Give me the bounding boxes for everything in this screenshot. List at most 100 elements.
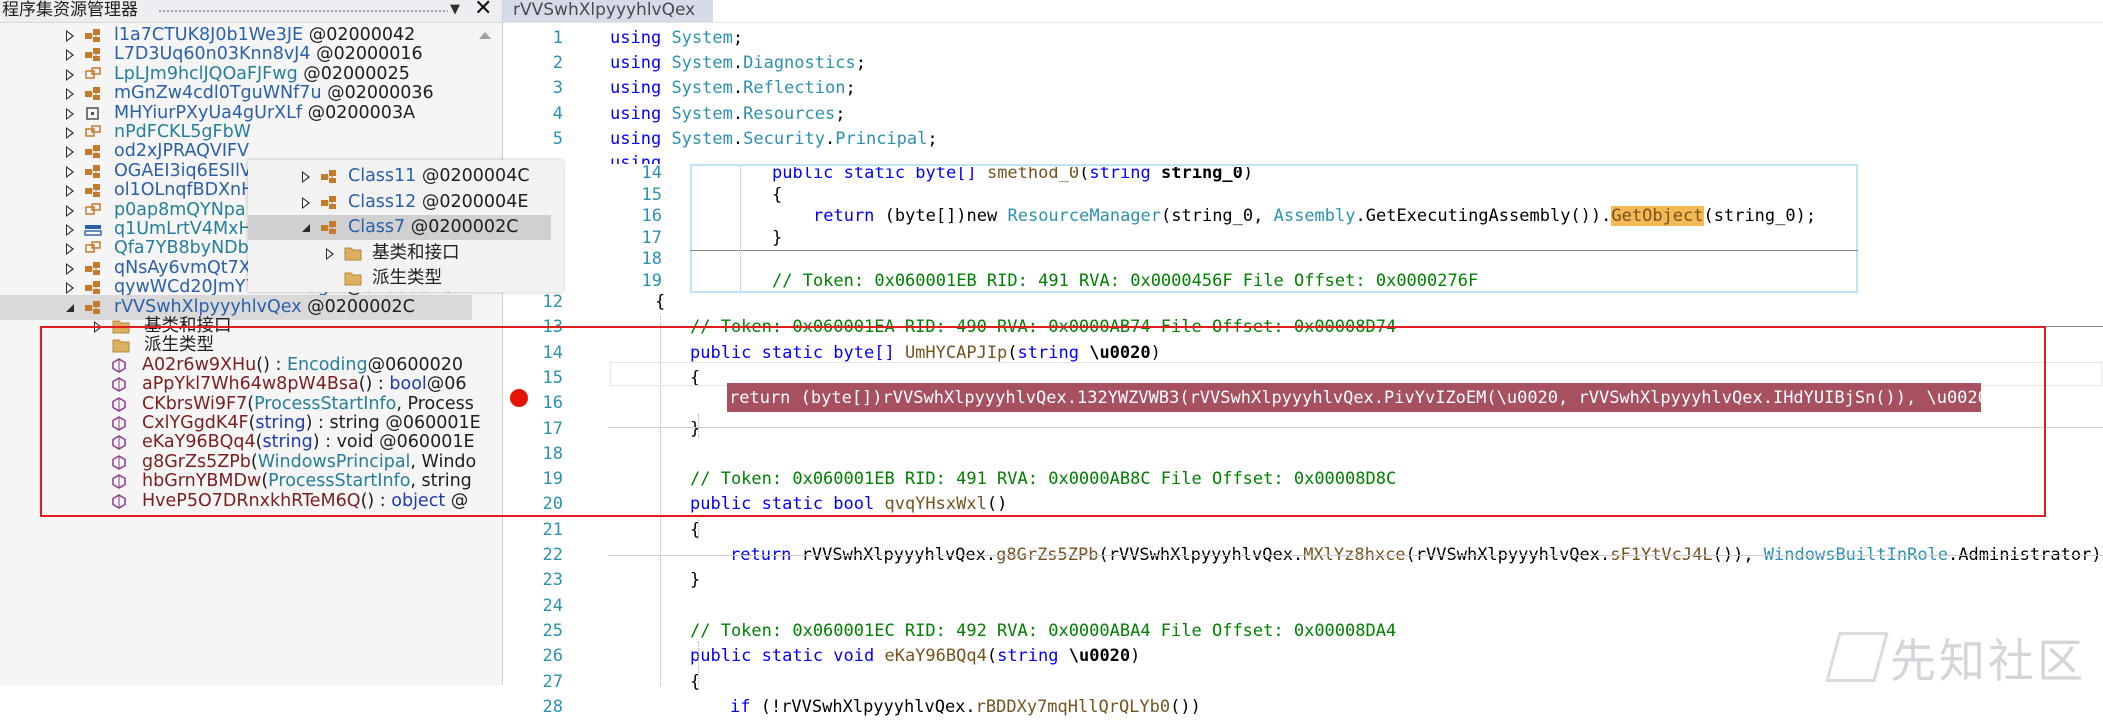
getobject-highlight: GetObject [1611, 206, 1704, 226]
expander-collapsed-icon[interactable] [66, 49, 74, 62]
code-line[interactable]: if (!rVVSwhXlpyyyhlvQex.rBDDXy7mqHllQrQL… [730, 695, 1201, 720]
param-name: \u0020 [1058, 646, 1131, 667]
annotation-highlight-box [40, 326, 2046, 517]
expander-collapsed-icon[interactable] [66, 88, 74, 101]
indent-guide [698, 515, 699, 539]
line-number: 26 [542, 646, 563, 667]
tab-strip-divider [503, 22, 2103, 23]
folder-icon [344, 245, 362, 262]
expander-collapsed-icon[interactable] [66, 224, 74, 236]
namespace-part: System [671, 28, 733, 48]
if-keyword: if [730, 696, 751, 717]
expander-collapsed-icon[interactable] [302, 171, 310, 183]
expander-collapsed-icon[interactable] [302, 196, 310, 209]
using-keyword: using [610, 78, 662, 99]
popup-tree-node[interactable]: 派生类型 [248, 266, 551, 291]
line-number: 1 [552, 28, 563, 48]
namespace-part: Diagnostics [743, 53, 856, 74]
peek-method-separator [690, 250, 1858, 251]
type-name: ResourceManager [1007, 206, 1162, 226]
paren: ( [986, 646, 998, 667]
peek-line-number: 14 [641, 163, 662, 183]
expander-collapsed-icon[interactable] [66, 127, 74, 139]
line-number: 24 [542, 595, 563, 616]
semicolon: ; [855, 53, 866, 74]
peek-line-number: 15 [641, 184, 662, 205]
expander-collapsed-icon[interactable] [66, 165, 74, 178]
code-line[interactable]: // Token: 0x060001EC RID: 492 RVA: 0x000… [690, 619, 1396, 644]
line-number: 4 [552, 103, 563, 124]
metadata-token: @0200004E [421, 191, 529, 212]
brace: { [772, 184, 783, 205]
code-line[interactable]: using System.Resources; [610, 102, 845, 127]
expander-collapsed-icon[interactable] [66, 146, 74, 159]
code-line[interactable]: public static void eKaY96BQq4(string \u0… [690, 644, 1140, 669]
popup-tree-node[interactable]: 基类和接口 [248, 241, 551, 266]
code-line[interactable]: using System.Security.Principal; [610, 127, 938, 152]
code-line[interactable]: using System; [610, 26, 743, 51]
peek-code-line[interactable]: } [772, 228, 782, 249]
namespace-part: System [671, 128, 733, 149]
line-number: 22 [542, 545, 563, 565]
expander-collapsed-icon[interactable] [66, 204, 74, 217]
code-line[interactable]: using System.Reflection; [610, 76, 856, 101]
comment: // Token: 0x060001EB RID: 491 RVA: 0x000… [772, 270, 1479, 291]
expander-collapsed-icon[interactable] [66, 185, 74, 198]
panel-drag-grip[interactable] [158, 9, 448, 13]
chevron-down-icon[interactable]: ▼ [450, 0, 460, 20]
expander-collapsed-icon[interactable] [66, 68, 74, 81]
using-keyword: using [610, 103, 662, 124]
popup-node-label: Class11 @0200004C [348, 164, 530, 189]
popup-node-label: Class7 @0200002C [348, 215, 518, 240]
method-separator [608, 555, 2103, 556]
peek-line-number: 17 [641, 227, 662, 248]
line-number: 28 [542, 696, 563, 717]
dot: . [732, 128, 744, 149]
peek-line-number: 18 [641, 249, 662, 269]
peek-line-number: 19 [641, 270, 662, 291]
code-line[interactable]: using System.Diagnostics; [610, 51, 866, 76]
expander-collapsed-icon[interactable] [66, 262, 74, 275]
line-number: 2 [552, 53, 563, 74]
popup-node-name: 派生类型 [372, 268, 442, 288]
code-line[interactable]: } [690, 568, 700, 593]
expander-collapsed-icon[interactable] [66, 30, 74, 42]
code-line[interactable]: { [655, 290, 665, 315]
popup-node-name: Class11 [348, 166, 417, 186]
close-icon[interactable]: ✕ [474, 0, 492, 20]
expander-collapsed-icon[interactable] [66, 282, 74, 295]
class-hierarchy-popup[interactable]: Class11 @0200004C Class12 @0200004E Class7… [248, 160, 563, 292]
tab-rvvswhxlpyyyhlvqex[interactable]: rVVSwhXlpyyyhlvQex [503, 0, 713, 22]
paren: ) [1130, 646, 1141, 667]
method-call: rBDDXy7mqHllQrQLYb0 [975, 696, 1171, 717]
popup-tree-node[interactable]: Class12 @0200004E [248, 190, 551, 215]
peek-line-number: 16 [641, 206, 662, 226]
expander-collapsed-icon[interactable] [66, 107, 74, 120]
namespace-part: System [671, 78, 733, 99]
expander-collapsed-icon[interactable] [66, 243, 74, 256]
popup-node-label: Class12 @0200004E [348, 190, 528, 215]
dot: . [825, 128, 836, 149]
expander-expanded-icon[interactable] [302, 224, 310, 232]
watermark-text: 先知社区 [1890, 634, 2086, 688]
peek-code-line[interactable]: return (byte[])new ResourceManager(strin… [813, 206, 1816, 227]
expander-expanded-icon[interactable] [66, 303, 74, 312]
class-icon [320, 219, 338, 236]
popup-node-name: Class7 [348, 217, 406, 237]
popup-node-name: 基类和接口 [372, 242, 460, 263]
popup-tree-node[interactable]: Class11 @0200004C [248, 164, 551, 189]
expander-collapsed-icon[interactable] [326, 247, 334, 260]
peek-code-line[interactable]: { [772, 185, 782, 206]
namespace-part: Security [743, 128, 825, 149]
namespace-part: System [671, 103, 733, 124]
peek-code-line[interactable]: // Token: 0x060001EB RID: 491 RVA: 0x000… [772, 271, 1478, 292]
code: (!rVVSwhXlpyyyhlvQex. [750, 696, 976, 717]
dot: . [732, 53, 744, 74]
indent-guide [698, 641, 699, 685]
popup-tree-node[interactable]: Class7 @0200002C [248, 215, 551, 240]
